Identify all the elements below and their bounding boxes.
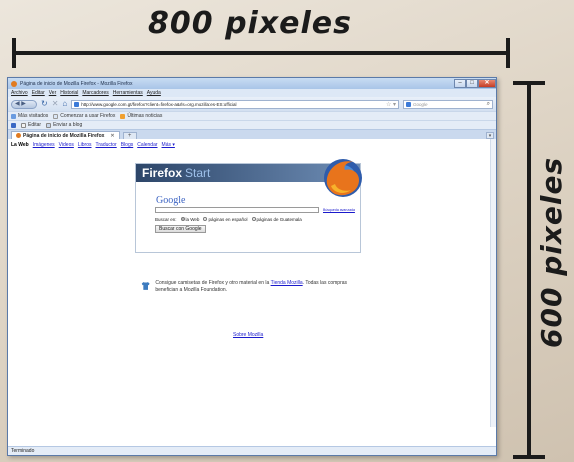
blog-toolbar-icon[interactable]	[11, 122, 16, 128]
window-title: Página de inicio de Mozilla Firefox - Mo…	[20, 80, 133, 87]
width-dimension-cap-right	[506, 38, 510, 68]
back-forward-button[interactable]: ◀ ▶	[11, 99, 37, 109]
secondary-toolbar: Editar Enviar a blog	[8, 120, 496, 129]
menu-historial[interactable]: Historial	[60, 90, 78, 96]
firefox-start-panel: Firefox Start Google Búsqueda avanzada B…	[135, 159, 362, 253]
pencil-icon	[21, 122, 26, 128]
url-text: http://www.google.com.gt/firefox?client=…	[81, 101, 237, 107]
tab-list-button[interactable]: ▾	[486, 132, 494, 139]
firefox-logo-icon	[324, 159, 362, 197]
google-nav-blogs[interactable]: Blogs	[121, 142, 134, 148]
firefox-app-icon	[11, 80, 17, 87]
mozilla-store-link[interactable]: Tienda Mozilla	[271, 280, 303, 286]
radio-guatemala[interactable]: páginas de Guatemala	[251, 217, 302, 222]
promo-text: Consigue camisetas de Firefox y otro mat…	[155, 280, 348, 293]
google-search-button[interactable]: Buscar con Google	[155, 225, 206, 233]
bookmark-most-visited[interactable]: Más visitados	[11, 113, 48, 119]
google-logo: Google	[156, 195, 186, 206]
browser-window: Página de inicio de Mozilla Firefox - Mo…	[7, 77, 497, 456]
maximize-button[interactable]: □	[466, 79, 478, 88]
new-tab-button[interactable]: +	[122, 132, 137, 139]
google-nav: La Web Imágenes Videos Libros Traductor …	[8, 139, 496, 148]
vertical-scrollbar[interactable]	[490, 139, 496, 427]
stop-icon[interactable]: ✕	[52, 100, 59, 108]
height-dimension-cap-top	[513, 81, 545, 85]
menu-ver[interactable]: Ver	[49, 90, 57, 96]
promo-block: Consigue camisetas de Firefox y otro mat…	[141, 280, 361, 294]
status-bar: Terminado	[8, 446, 496, 455]
bookmark-getting-started[interactable]: Comenzar a usar Firefox	[53, 113, 115, 119]
width-dimension-line	[14, 51, 510, 55]
bookmark-icon	[11, 113, 16, 119]
height-dimension-line	[527, 83, 531, 459]
menu-archivo[interactable]: Archivo	[11, 90, 28, 96]
bookmark-star-icon[interactable]: ☆ ▾	[386, 101, 398, 108]
google-nav-more[interactable]: Más ▾	[162, 142, 175, 148]
url-bar[interactable]: http://www.google.com.gt/firefox?client=…	[71, 99, 399, 109]
google-search-input[interactable]	[155, 207, 319, 213]
home-icon[interactable]: ⌂	[62, 100, 67, 108]
status-text: Terminado	[11, 448, 35, 454]
tab-strip: Página de inicio de Mozilla Firefox ✕ + …	[8, 129, 496, 139]
tab-active[interactable]: Página de inicio de Mozilla Firefox ✕	[11, 131, 120, 139]
search-placeholder: Google	[413, 101, 428, 107]
google-nav-videos[interactable]: Videos	[59, 142, 74, 148]
google-nav-web: La Web	[11, 142, 29, 148]
height-dimension-cap-bottom	[513, 455, 545, 459]
menu-marcadores[interactable]: Marcadores	[82, 90, 108, 96]
menu-editar[interactable]: Editar	[32, 90, 45, 96]
search-scope-options: Buscar en: la Web páginas en español pág…	[155, 217, 302, 222]
tab-close-icon[interactable]: ✕	[110, 133, 114, 139]
search-bar[interactable]: Google ⌕	[403, 99, 493, 109]
about-mozilla-link[interactable]: Sobre Mozilla	[233, 332, 263, 338]
google-nav-images[interactable]: Imágenes	[33, 142, 55, 148]
blog-icon	[46, 122, 52, 128]
firefox-tab-icon	[16, 133, 21, 138]
title-bar: Página de inicio de Mozilla Firefox - Mo…	[8, 78, 496, 89]
radio-icon	[251, 217, 256, 221]
page-icon	[53, 113, 59, 119]
search-engine-icon[interactable]	[406, 101, 411, 107]
menu-bar: Archivo Editar Ver Historial Marcadores …	[8, 89, 496, 97]
search-icon[interactable]: ⌕	[487, 101, 490, 108]
google-favicon-icon	[74, 101, 80, 107]
radio-spanish[interactable]: páginas en español	[203, 217, 248, 222]
height-dimension-label: 600 pixeles	[535, 156, 568, 348]
menu-herramientas[interactable]: Herramientas	[113, 90, 143, 96]
google-nav-calendar[interactable]: Calendar	[137, 142, 157, 148]
edit-button[interactable]: Editar	[21, 122, 41, 128]
rss-icon	[120, 113, 126, 119]
window-controls: – □ ✕	[454, 79, 496, 88]
advanced-search-link[interactable]: Búsqueda avanzada	[323, 208, 355, 212]
firefox-start-text: Start	[185, 166, 211, 180]
google-nav-translate[interactable]: Traductor	[96, 142, 117, 148]
radio-web[interactable]: la Web	[180, 217, 199, 222]
page-content: La Web Imágenes Videos Libros Traductor …	[8, 139, 496, 427]
width-dimension-cap-left	[12, 38, 16, 68]
close-button[interactable]: ✕	[478, 79, 496, 88]
menu-ayuda[interactable]: Ayuda	[147, 90, 161, 96]
firefox-brand-text: Firefox	[142, 166, 183, 180]
reload-icon[interactable]: ↻	[41, 100, 48, 108]
radio-icon	[203, 217, 208, 221]
search-in-label: Buscar en:	[155, 217, 177, 222]
blogger-icon	[11, 122, 16, 128]
navigation-toolbar: ◀ ▶ ↻ ✕ ⌂ http://www.google.com.gt/firef…	[8, 97, 496, 111]
google-nav-books[interactable]: Libros	[78, 142, 92, 148]
width-dimension-label: 800 pixeles	[148, 6, 353, 41]
bookmark-latest-news[interactable]: Últimas noticias	[120, 113, 162, 119]
tshirt-icon	[141, 282, 150, 290]
radio-selected-icon	[180, 217, 185, 221]
bookmarks-toolbar: Más visitados Comenzar a usar Firefox Úl…	[8, 111, 496, 120]
minimize-button[interactable]: –	[454, 79, 466, 88]
send-to-blog-button[interactable]: Enviar a blog	[46, 122, 82, 128]
